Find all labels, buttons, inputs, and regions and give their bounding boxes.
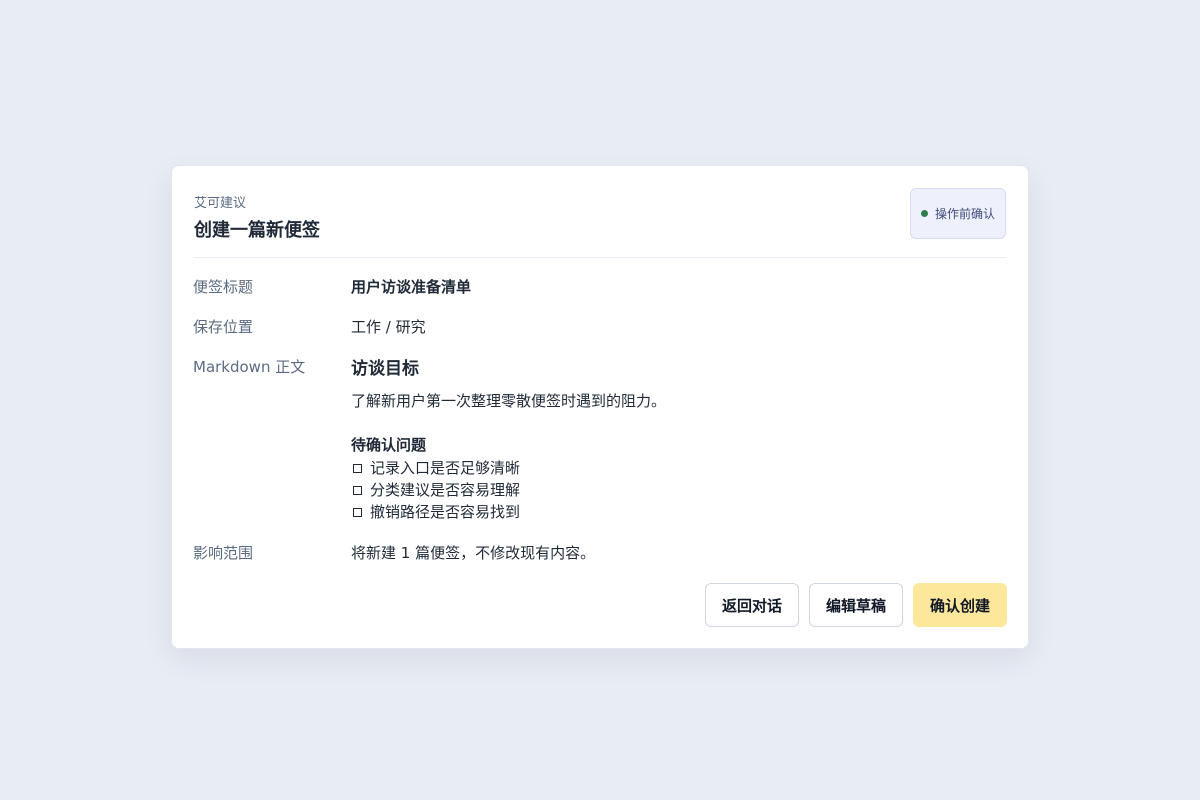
checkbox-icon — [353, 485, 362, 495]
confirm-create-button[interactable]: 确认创建 — [912, 583, 1007, 627]
save-location-value: 工作 / 研究 — [351, 318, 426, 336]
back-to-chat-button[interactable]: 返回对话 — [704, 583, 799, 627]
assistant-label: 艾可建议 — [194, 196, 247, 211]
markdown-heading: 访谈目标 — [351, 359, 419, 379]
checklist-item-text: 分类建议是否容易理解 — [370, 481, 521, 499]
card-title: 创建一篇新便签 — [194, 220, 320, 241]
checklist-item-text: 撤销路径是否容易找到 — [370, 503, 521, 521]
checklist-item: 记录入口是否足够清晰 — [351, 457, 520, 479]
markdown-checklist: 记录入口是否足够清晰 分类建议是否容易理解 撤销路径是否容易找到 — [351, 457, 520, 523]
checklist-item-text: 记录入口是否足够清晰 — [370, 459, 521, 477]
status-badge: 操作前确认 — [909, 188, 1006, 239]
markdown-body-label: Markdown 正文 — [193, 358, 306, 376]
checklist-item: 分类建议是否容易理解 — [351, 479, 520, 501]
edit-draft-button[interactable]: 编辑草稿 — [808, 583, 903, 627]
status-dot-icon — [920, 210, 928, 217]
checklist-item: 撤销路径是否容易找到 — [351, 501, 520, 523]
impact-scope-label: 影响范围 — [193, 544, 254, 562]
note-title-label: 便签标题 — [193, 278, 254, 296]
checkbox-icon — [353, 507, 362, 517]
card-header: 艾可建议 创建一篇新便签 操作前确认 — [194, 166, 1006, 258]
markdown-paragraph: 了解新用户第一次整理零散便签时遇到的阻力。 — [351, 392, 667, 410]
impact-scope-value: 将新建 1 篇便签，不修改现有内容。 — [351, 544, 596, 562]
note-title-value: 用户访谈准备清单 — [351, 278, 472, 296]
markdown-subheading: 待确认问题 — [351, 436, 427, 454]
checkbox-icon — [353, 463, 362, 473]
save-location-label: 保存位置 — [193, 318, 254, 336]
status-badge-label: 操作前确认 — [934, 207, 995, 221]
action-bar: 返回对话 编辑草稿 确认创建 — [704, 583, 1007, 627]
